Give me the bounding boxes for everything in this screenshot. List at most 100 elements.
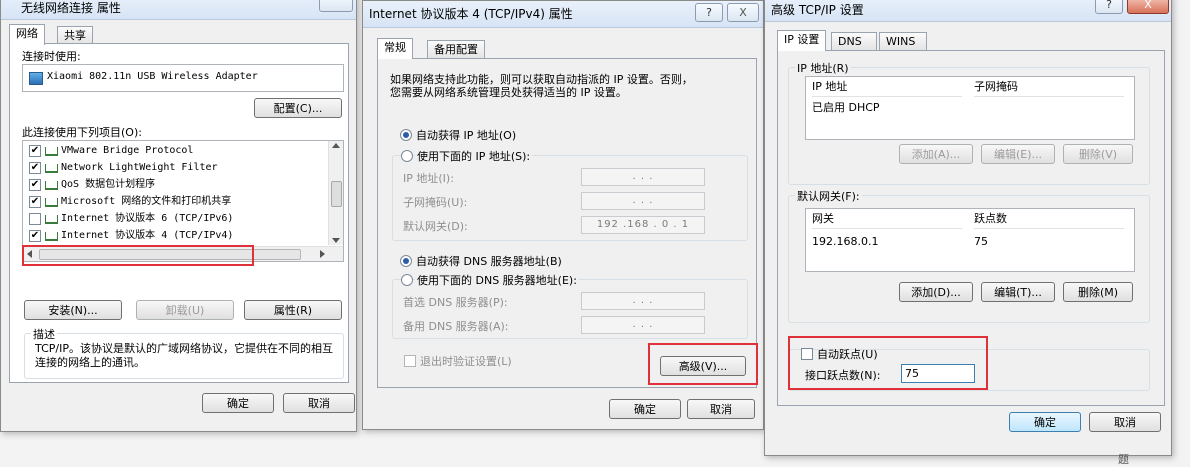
gateway-row-metric[interactable]: 75 — [974, 235, 988, 248]
adapter-box: Xiaomi 802.11n USB Wireless Adapter — [22, 64, 344, 92]
component-icon — [45, 232, 58, 241]
component-icon — [45, 215, 58, 224]
manual-ip-label[interactable]: 使用下面的 IP 地址(S): — [415, 148, 533, 164]
preferred-dns-field[interactable]: . . . — [581, 292, 705, 310]
cancel-button[interactable]: 取消 — [283, 393, 355, 413]
window-title-text: 高级 TCP/IP 设置 — [771, 3, 864, 17]
tab-alternate-label: 备用配置 — [434, 43, 478, 56]
window-title: 无线网络连接 属性 — [1, 0, 356, 20]
validate-on-exit-label[interactable]: 退出时验证设置(L) — [420, 353, 512, 369]
ok-button[interactable]: 确定 — [202, 393, 274, 413]
properties-button[interactable]: 属性(R) — [244, 300, 342, 320]
window-title-text: Internet 协议版本 4 (TCP/IPv4) 属性 — [369, 7, 573, 21]
intro-text-line2: 您需要从网络系统管理员处获得适当的 IP 设置。 — [390, 86, 627, 99]
validate-on-exit-checkbox[interactable] — [404, 355, 416, 367]
subnet-label: 子网掩码(U): — [403, 196, 468, 209]
uninstall-button[interactable]: 卸载(U) — [136, 300, 234, 320]
manual-dns-label[interactable]: 使用下面的 DNS 服务器地址(E): — [415, 272, 579, 288]
cancel-button[interactable]: 取消 — [1089, 412, 1161, 432]
tab-wins[interactable]: WINS — [879, 32, 927, 50]
ipv4-highlight-box — [22, 245, 254, 266]
item-checkbox[interactable]: ✔ — [29, 162, 41, 174]
window-title-text: 无线网络连接 属性 — [21, 1, 121, 15]
ip-col-header[interactable]: IP 地址 — [812, 78, 962, 97]
tab-network[interactable]: 网络 — [9, 24, 45, 45]
gateway-field[interactable]: 192 .168 . 0 . 1 — [581, 216, 705, 234]
gw-delete-button[interactable]: 删除(M) — [1063, 282, 1133, 302]
gateway-group: 默认网关(F): 网关 跃点数 192.168.0.1 75 添加(D)... … — [788, 188, 1150, 323]
item-checkbox[interactable]: ✔ — [29, 179, 41, 191]
list-item[interactable]: ✔ Network LightWeight Filter — [23, 159, 327, 176]
tab-network-label: 网络 — [16, 27, 38, 40]
item-label: QoS 数据包计划程序 — [61, 179, 156, 190]
auto-ip-label[interactable]: 自动获得 IP 地址(O) — [416, 127, 516, 143]
auto-dns-label[interactable]: 自动获得 DNS 服务器地址(B) — [416, 253, 562, 269]
tab-general[interactable]: 常规 — [377, 38, 413, 59]
gateway-col-header[interactable]: 网关 — [812, 210, 962, 229]
components-list[interactable]: ✔ VMware Bridge Protocol ✔ Network LightWei… — [22, 140, 344, 262]
ip-address-table[interactable]: IP 地址 子网掩码 已启用 DHCP — [805, 76, 1135, 140]
tab-sharing-label: 共享 — [64, 29, 86, 42]
dhcp-enabled-row[interactable]: 已启用 DHCP — [812, 99, 880, 115]
help-button[interactable]: ? — [695, 3, 723, 22]
gw-add-button[interactable]: 添加(D)... — [899, 282, 973, 302]
manual-dns-group: 使用下面的 DNS 服务器地址(E): 首选 DNS 服务器(P): . . .… — [392, 272, 748, 339]
gateway-table[interactable]: 网关 跃点数 192.168.0.1 75 — [805, 208, 1135, 272]
gw-edit-button[interactable]: 编辑(T)... — [981, 282, 1055, 302]
manual-ip-radio[interactable] — [401, 150, 413, 162]
item-checkbox[interactable]: ✔ — [29, 196, 41, 208]
manual-dns-radio[interactable] — [401, 274, 413, 286]
auto-ip-radio[interactable] — [400, 129, 412, 141]
scroll-up-arrow[interactable] — [332, 143, 340, 148]
component-icon — [45, 181, 58, 190]
ip-address-group: IP 地址(R) IP 地址 子网掩码 已启用 DHCP 添加(A)... 编辑… — [788, 60, 1150, 185]
gateway-label: 默认网关(D): — [403, 220, 468, 233]
tab-dns[interactable]: DNS — [831, 32, 877, 50]
description-text: TCP/IP。该协议是默认的广域网络协议，它提供在不同的相互连接的网络上的通讯。 — [35, 342, 333, 369]
close-button[interactable]: X — [727, 3, 759, 22]
subnet-col-header[interactable]: 子网掩码 — [974, 78, 1124, 97]
dialog-body: IP 设置 DNS WINS IP 地址(R) IP 地址 子网掩码 已启用 D… — [765, 22, 1171, 455]
components-scrollbar[interactable] — [328, 141, 343, 245]
dialog-body: 常规 备用配置 如果网络支持此功能，则可以获取自动指派的 IP 设置。否则， 您… — [363, 28, 763, 429]
subnet-field[interactable]: . . . — [581, 192, 705, 210]
ok-button[interactable]: 确定 — [1009, 412, 1081, 432]
metric-highlight-box — [788, 336, 988, 390]
install-button[interactable]: 安装(N)... — [24, 300, 122, 320]
list-item[interactable]: ✔ VMware Bridge Protocol — [23, 142, 327, 159]
item-checkbox[interactable]: ✔ — [29, 230, 41, 242]
ip-delete-button[interactable]: 删除(V) — [1063, 144, 1133, 164]
ip-address-field[interactable]: . . . — [581, 168, 705, 186]
ok-button[interactable]: 确定 — [609, 399, 681, 419]
window-close-button[interactable] — [319, 0, 353, 12]
cancel-button[interactable]: 取消 — [687, 399, 755, 419]
tab-wins-label: WINS — [886, 35, 916, 48]
scroll-down-arrow[interactable] — [332, 238, 340, 243]
auto-dns-radio[interactable] — [400, 255, 412, 267]
tab-alternate-config[interactable]: 备用配置 — [427, 40, 485, 58]
list-item[interactable]: ✔ Internet 协议版本 4 (TCP/IPv4) — [23, 227, 327, 244]
item-checkbox[interactable]: ✔ — [29, 145, 41, 157]
h-scroll-right-arrow[interactable] — [320, 250, 325, 258]
ip-edit-button[interactable]: 编辑(E)... — [981, 144, 1055, 164]
tab-ip-settings[interactable]: IP 设置 — [777, 30, 827, 51]
list-item[interactable]: Internet 协议版本 6 (TCP/IPv6) — [23, 210, 327, 227]
items-label: 此连接使用下列项目(O): — [22, 126, 142, 139]
description-title: 描述 — [31, 326, 57, 342]
list-item[interactable]: ✔ QoS 数据包计划程序 — [23, 176, 327, 193]
list-item[interactable]: ✔ Microsoft 网络的文件和打印机共享 — [23, 193, 327, 210]
gateway-row-address[interactable]: 192.168.0.1 — [812, 235, 878, 248]
tab-sharing[interactable]: 共享 — [57, 26, 93, 44]
ip-settings-panel: IP 地址(R) IP 地址 子网掩码 已启用 DHCP 添加(A)... 编辑… — [777, 50, 1165, 406]
close-button[interactable]: X — [1127, 0, 1169, 14]
configure-button[interactable]: 配置(C)... — [254, 98, 342, 118]
item-checkbox[interactable] — [29, 213, 41, 225]
gateway-group-title: 默认网关(F): — [795, 188, 862, 204]
component-icon — [45, 198, 58, 207]
alternate-dns-field[interactable]: . . . — [581, 316, 705, 334]
help-button[interactable]: ? — [1095, 0, 1123, 14]
description-group: 描述 TCP/IP。该协议是默认的广域网络协议，它提供在不同的相互连接的网络上的… — [24, 326, 344, 379]
scroll-thumb[interactable] — [331, 181, 342, 207]
metric-col-header[interactable]: 跃点数 — [974, 210, 1124, 229]
ip-add-button[interactable]: 添加(A)... — [899, 144, 973, 164]
